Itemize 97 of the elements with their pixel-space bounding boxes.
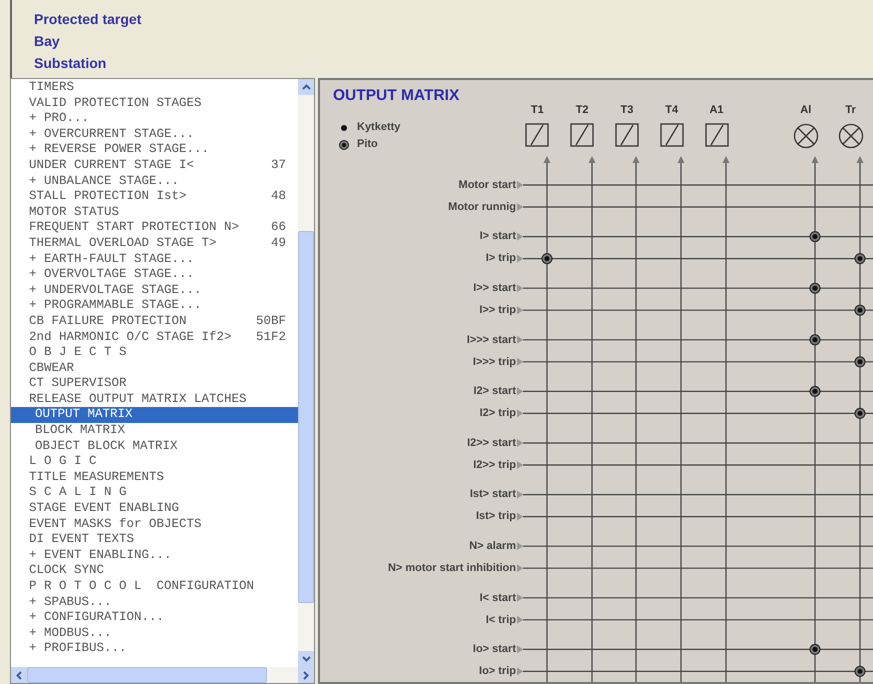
menu-item[interactable]: BLOCK MATRIX: [11, 423, 298, 439]
menu-item[interactable]: + PRO...: [11, 111, 298, 127]
lamp-icon: [838, 123, 864, 149]
signal-label: I< start: [480, 590, 516, 606]
column-label: A1: [709, 104, 724, 117]
menu-item[interactable]: OBJECT BLOCK MATRIX: [11, 438, 298, 454]
menu-item[interactable]: + PROFIBUS...: [11, 641, 298, 657]
menu-item[interactable]: TIMERS: [11, 80, 298, 96]
menu-item[interactable]: + CONFIGURATION...: [11, 610, 298, 626]
signal-label: I< trip: [486, 612, 516, 628]
junction-dot[interactable]: [854, 666, 866, 677]
scroll-thumb[interactable]: [27, 667, 267, 683]
menu-item[interactable]: + OVERCURRENT STAGE...: [11, 126, 298, 142]
menu-item[interactable]: P R O T O C O L CONFIGURATION: [11, 579, 298, 595]
menu-item[interactable]: + MODBUS...: [11, 626, 298, 642]
scroll-down-icon[interactable]: [298, 651, 314, 667]
menu-item[interactable]: + UNDERVOLTAGE STAGE...: [11, 282, 298, 298]
lamp-icon: [792, 123, 819, 149]
menu-item[interactable]: FREQUENT START PROTECTION N> 66: [11, 220, 298, 236]
menu-item[interactable]: RELEASE OUTPUT MATRIX LATCHES: [11, 392, 298, 408]
signal-label: Motor runnig: [448, 200, 516, 215]
menu-item[interactable]: + EVENT ENABLING...: [11, 548, 298, 564]
menu-item[interactable]: + PROGRAMMABLE STAGE...: [11, 298, 298, 314]
signal-label: I2> trip: [480, 406, 516, 422]
column-label: Tr: [845, 104, 856, 117]
signal-label: I>>> trip: [472, 354, 516, 370]
menu-item[interactable]: + SPABUS...: [11, 594, 298, 610]
menu-item[interactable]: CBWEAR: [11, 360, 298, 376]
scroll-right-icon[interactable]: [298, 667, 314, 683]
relay-icon: [525, 123, 550, 147]
signal-label: Ist> trip: [476, 509, 516, 524]
scroll-left-icon[interactable]: [11, 667, 27, 683]
junction-dot[interactable]: [810, 231, 820, 242]
column-label: Al: [800, 104, 812, 117]
relay-icon: [704, 123, 728, 147]
signal-label: Io> trip: [479, 664, 516, 680]
signal-label: Io> start: [472, 642, 516, 658]
signal-label: I> start: [480, 229, 516, 244]
menu-item[interactable]: S C A L I N G: [11, 485, 298, 502]
ringed-dot-icon: [339, 140, 349, 150]
junction-dot[interactable]: [854, 408, 866, 419]
relay-icon: [570, 123, 594, 147]
column-label: T2: [576, 104, 589, 117]
junction-dot[interactable]: [854, 356, 866, 368]
signal-label: I2>> trip: [473, 458, 516, 473]
header-label: Protected target: [34, 10, 142, 28]
signal-label: Motor start: [458, 178, 516, 193]
column-label: T1: [530, 104, 544, 117]
horizontal-scrollbar[interactable]: [11, 667, 314, 683]
signal-label: I2> start: [474, 384, 516, 400]
vertical-scrollbar[interactable]: [298, 79, 314, 667]
menu-item[interactable]: OUTPUT MATRIX: [11, 407, 298, 424]
menu-item[interactable]: CB FAILURE PROTECTION 50BF: [11, 314, 298, 330]
legend-label: Pito: [357, 137, 378, 152]
menu-item[interactable]: 2nd HARMONIC O/C STAGE If2> 51F2: [11, 330, 298, 346]
menu-item[interactable]: CT SUPERVISOR: [11, 376, 298, 392]
signal-label: N> alarm: [469, 538, 516, 554]
menu-item[interactable]: MOTOR STATUS: [11, 204, 298, 220]
menu-item[interactable]: + REVERSE POWER STAGE...: [11, 142, 298, 158]
signal-label: N> motor start inhibition: [388, 560, 516, 576]
menu-item[interactable]: UNDER CURRENT STAGE I< 37: [11, 158, 298, 174]
column-label: T3: [620, 104, 634, 117]
signal-label: I>> start: [473, 280, 516, 296]
menu-item[interactable]: THERMAL OVERLOAD STAGE T> 49: [11, 236, 298, 252]
header-label: Bay: [34, 32, 61, 50]
scroll-up-icon[interactable]: [298, 79, 314, 95]
junction-dot[interactable]: [810, 386, 820, 397]
relay-icon: [660, 123, 684, 147]
signal-label: I> trip: [486, 251, 516, 266]
menu-item[interactable]: VALID PROTECTION STAGES: [11, 96, 298, 112]
signal-label: Ist> start: [470, 487, 516, 502]
menu-item[interactable]: + OVERVOLTAGE STAGE...: [11, 267, 298, 283]
relay-icon: [614, 123, 639, 147]
signal-label: I2>> start: [467, 436, 516, 451]
menu-item[interactable]: STAGE EVENT ENABLING: [11, 501, 298, 517]
signal-label: I>>> start: [466, 332, 516, 348]
menu-item[interactable]: STALL PROTECTION Ist> 48: [11, 189, 298, 205]
scroll-thumb[interactable]: [298, 231, 314, 603]
legend-label: Kytketty: [357, 120, 400, 136]
matrix-title: OUTPUT MATRIX: [333, 86, 460, 106]
menu-item[interactable]: EVENT MASKS for OBJECTS: [11, 516, 298, 532]
junction-dot[interactable]: [810, 334, 820, 346]
menu-item[interactable]: L O G I C: [11, 454, 298, 470]
menu-item[interactable]: O B J E C T S: [11, 345, 298, 361]
menu-item[interactable]: + UNBALANCE STAGE...: [11, 174, 298, 190]
menu-item[interactable]: + EARTH-FAULT STAGE...: [11, 252, 298, 268]
junction-dot[interactable]: [810, 282, 820, 294]
menu-item[interactable]: CLOCK SYNC: [11, 563, 298, 579]
menu-item[interactable]: TITLE MEASUREMENTS: [11, 470, 298, 486]
junction-dot[interactable]: [854, 304, 866, 316]
signal-label: I>> trip: [479, 302, 516, 318]
menu-item[interactable]: DI EVENT TEXTS: [11, 532, 298, 548]
junction-dot[interactable]: [542, 253, 552, 264]
header-label: Substation: [34, 54, 108, 72]
column-label: T4: [665, 104, 678, 117]
junction-dot[interactable]: [854, 253, 866, 264]
junction-dot[interactable]: [810, 644, 820, 655]
